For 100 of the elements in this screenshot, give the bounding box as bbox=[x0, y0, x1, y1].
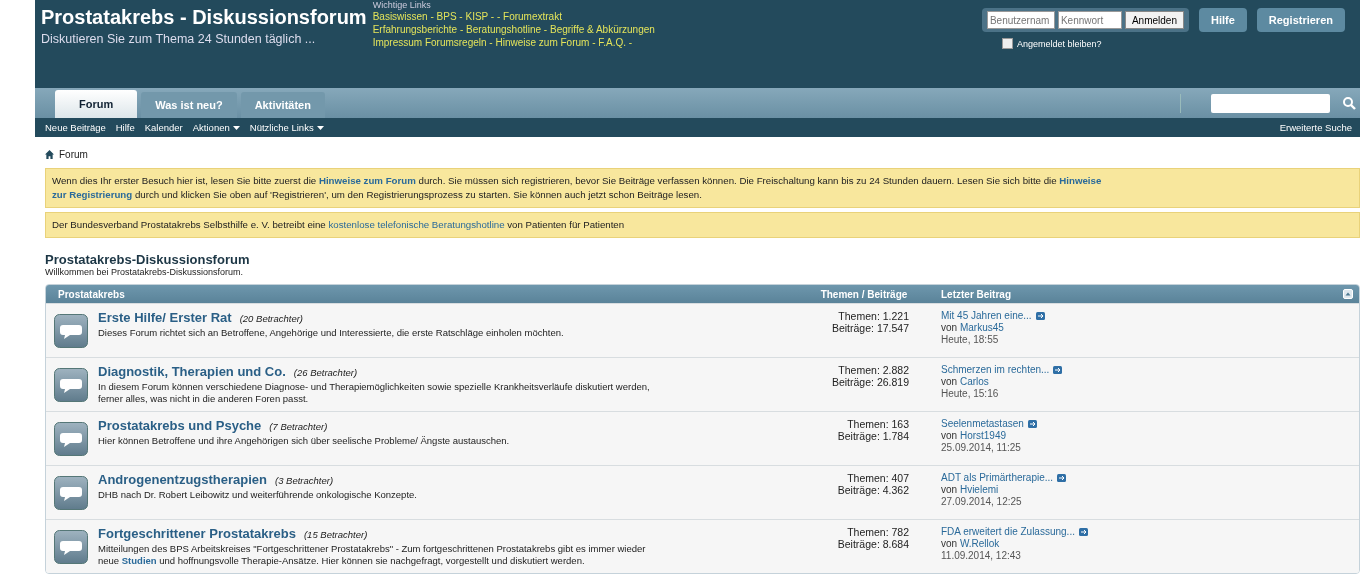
subforum-title[interactable]: Prostatakrebs und Psyche bbox=[98, 418, 262, 433]
links-heading: Wichtige Links bbox=[372, 0, 431, 10]
nav-tab[interactable]: Aktivitäten bbox=[240, 92, 325, 118]
stat-text: Beiträge: 26.819 bbox=[830, 376, 909, 388]
password-field[interactable]: Kennwort bbox=[1057, 11, 1122, 29]
nav-tab[interactable]: Forum bbox=[55, 90, 138, 118]
text: Mitteilungen des BPS Arbeitskreises "Fortgeschrittener Prostatakrebs" - Zum fortgeschrittenen Prostatakrebs gibt es immer wieder bbox=[98, 543, 646, 554]
subforum-title[interactable]: Diagnostik, Therapien und Co. bbox=[98, 364, 286, 379]
viewer-count: (7 Betrachter) bbox=[269, 421, 328, 432]
user-link[interactable]: Carlos bbox=[959, 376, 989, 387]
subforum-title[interactable]: Erste Hilfe/ Erster Rat bbox=[98, 310, 232, 325]
caret-icon bbox=[316, 125, 324, 130]
text: von bbox=[941, 484, 959, 495]
nav-link[interactable]: Nützliche Links bbox=[249, 122, 324, 133]
link[interactable]: zur Registrierung bbox=[52, 189, 133, 200]
register-button[interactable]: Registrieren bbox=[1256, 8, 1345, 32]
user-link[interactable]: W.Rellok bbox=[959, 538, 1000, 549]
last-post-link[interactable]: FDA erweitert die Zulassung... bbox=[941, 526, 1075, 538]
text: von Patienten für Patienten bbox=[506, 219, 625, 230]
stat-text: Themen: 1.221 bbox=[837, 310, 909, 322]
text: Hier können Betroffene und ihre Angehörigen sich über seelische Probleme/ Ängste austauschen. bbox=[98, 435, 510, 446]
jump-icon[interactable] bbox=[1053, 366, 1063, 374]
username-field[interactable]: Benutzernam bbox=[986, 11, 1055, 29]
advanced-search-link[interactable]: Erweiterte Suche bbox=[1279, 122, 1352, 133]
viewer-count: (3 Betrachter) bbox=[275, 475, 334, 486]
last-post-link[interactable]: Mit 45 Jahren eine... bbox=[941, 310, 1032, 322]
viewer-count: (20 Betrachter) bbox=[239, 313, 304, 324]
post-time: 27.09.2014, 12:25 bbox=[941, 496, 1022, 508]
stat-text: Themen: 163 bbox=[846, 418, 909, 430]
search-icon[interactable] bbox=[1342, 96, 1356, 110]
checkbox[interactable] bbox=[1001, 38, 1013, 49]
help-button[interactable]: Hilfe bbox=[1198, 8, 1247, 32]
jump-icon[interactable] bbox=[1027, 420, 1037, 428]
viewer-count: (15 Betrachter) bbox=[303, 529, 368, 540]
jump-icon[interactable] bbox=[1057, 474, 1067, 482]
column-header: Letzter Beitrag bbox=[941, 288, 1011, 300]
last-post-link[interactable]: Schmerzen im rechten... bbox=[941, 364, 1050, 376]
last-post-link[interactable]: Seelenmetastasen bbox=[941, 418, 1024, 430]
link[interactable]: Studien bbox=[121, 555, 157, 566]
text: von bbox=[941, 322, 959, 333]
post-time: Heute, 18:55 bbox=[941, 334, 999, 346]
link-line[interactable]: Basiswissen - BPS - KISP - - Forumextrakt bbox=[372, 10, 562, 23]
forum-title: Prostatakrebs - Diskussionsforum bbox=[41, 6, 367, 29]
post-time: 25.09.2014, 11:25 bbox=[941, 442, 1021, 454]
subforum-title[interactable]: Fortgeschrittener Prostatakrebs bbox=[98, 526, 296, 541]
jump-icon[interactable] bbox=[1035, 312, 1045, 320]
text: von bbox=[941, 376, 959, 387]
last-post-link[interactable]: ADT als Primärtherapie... bbox=[941, 472, 1054, 484]
column-header: Themen / Beiträge bbox=[819, 288, 909, 300]
text: In diesem Forum können verschiedene Diagnose- und Therapiemöglichkeiten sowie spezielle Krankheitsverläufe diskutiert werden, bbox=[98, 381, 650, 392]
stat-text: Beiträge: 1.784 bbox=[836, 430, 909, 442]
viewer-count: (26 Betrachter) bbox=[293, 367, 358, 378]
home-icon[interactable] bbox=[45, 150, 54, 159]
speech-bubble-icon bbox=[54, 314, 88, 348]
text: DHB nach Dr. Robert Leibowitz und weiterführende onkologische Konzepte. bbox=[98, 489, 417, 500]
link[interactable]: kostenlose telefonische Beratungshotline bbox=[328, 219, 505, 230]
column-header: Prostatakrebs bbox=[57, 288, 126, 300]
link[interactable]: Hinweise bbox=[1059, 175, 1102, 186]
text: Der Bundesverband Prostatakrebs Selbsthilfe e. V. betreibt eine bbox=[52, 219, 327, 230]
text: und hoffnungsvolle Therapie-Ansätze. Hier können sie nachgefragt, vorgestellt und diskutiert werden. bbox=[158, 555, 585, 566]
jump-icon[interactable] bbox=[1078, 528, 1088, 536]
text: durch. Sie müssen sich registrieren, bevor Sie Beiträge verfassen können. Die Freischaltung kann bis zu 24 Stunden dauern. Lesen Sie sich bitte die bbox=[417, 175, 1058, 186]
text: neue bbox=[98, 555, 121, 566]
breadcrumb-link[interactable]: Forum bbox=[59, 149, 88, 160]
checkbox-label: Angemeldet bleiben? bbox=[1016, 38, 1102, 49]
post-time: 11.09.2014, 12:43 bbox=[941, 550, 1021, 562]
nav-link[interactable]: Aktionen bbox=[192, 122, 240, 133]
link[interactable]: Hinweise zum Forum bbox=[318, 175, 416, 186]
speech-bubble-icon bbox=[54, 422, 88, 456]
text: von bbox=[941, 430, 959, 441]
text: Wenn dies Ihr erster Besuch hier ist, lesen Sie bitte zuerst die bbox=[52, 175, 318, 186]
nav-link[interactable]: Neue Beiträge bbox=[45, 122, 106, 133]
link-line[interactable]: Erfahrungsberichte - Beratungshotline - Begriffe & Abkürzungen bbox=[372, 23, 655, 36]
user-link[interactable]: Markus45 bbox=[959, 322, 1004, 333]
user-link[interactable]: Hvielemi bbox=[959, 484, 999, 495]
speech-bubble-icon bbox=[54, 368, 88, 402]
text: von bbox=[941, 538, 959, 549]
nav-link[interactable]: Kalender bbox=[144, 122, 183, 133]
text: Dieses Forum richtet sich an Betroffene, Angehörige und Interessierte, die erste Ratschläge einholen möchten. bbox=[98, 327, 564, 338]
nav-tab[interactable]: Was ist neu? bbox=[141, 92, 237, 118]
user-link[interactable]: Horst1949 bbox=[959, 430, 1007, 441]
tagline: Diskutieren Sie zum Thema 24 Stunden täglich ... bbox=[41, 32, 316, 46]
post-time: Heute, 15:16 bbox=[941, 388, 999, 400]
caret-icon bbox=[232, 125, 240, 130]
stat-text: Beiträge: 4.362 bbox=[836, 484, 909, 496]
search-field[interactable] bbox=[1211, 93, 1330, 113]
stat-text: Themen: 407 bbox=[846, 472, 909, 484]
login-button[interactable]: Anmelden bbox=[1124, 11, 1184, 29]
stat-text: Beiträge: 8.684 bbox=[836, 538, 909, 550]
subforum-title[interactable]: Androgenentzugstherapien bbox=[98, 472, 267, 487]
stat-text: Beiträge: 17.547 bbox=[830, 322, 909, 334]
forum-heading: Prostatakrebs-Diskussionsforum bbox=[45, 252, 250, 267]
speech-bubble-icon bbox=[54, 530, 88, 564]
collapse-icon[interactable] bbox=[1343, 289, 1353, 299]
nav-link[interactable]: Hilfe bbox=[115, 122, 135, 133]
stat-text: Themen: 2.882 bbox=[837, 364, 909, 376]
text: ferner alles, was nicht in die anderen Foren passt. bbox=[98, 393, 309, 404]
link-line[interactable]: Impressum Forumsregeln - Hinweise zum Forum - F.A.Q. - bbox=[372, 36, 633, 49]
forum-subtitle: Willkommen bei Prostatakrebs-Diskussionsforum. bbox=[45, 267, 244, 277]
text: durch und klicken Sie oben auf 'Registrieren', um den Registrierungsprozess zu starten. Sie können auch jetzt schon Beiträge lesen. bbox=[133, 189, 702, 200]
